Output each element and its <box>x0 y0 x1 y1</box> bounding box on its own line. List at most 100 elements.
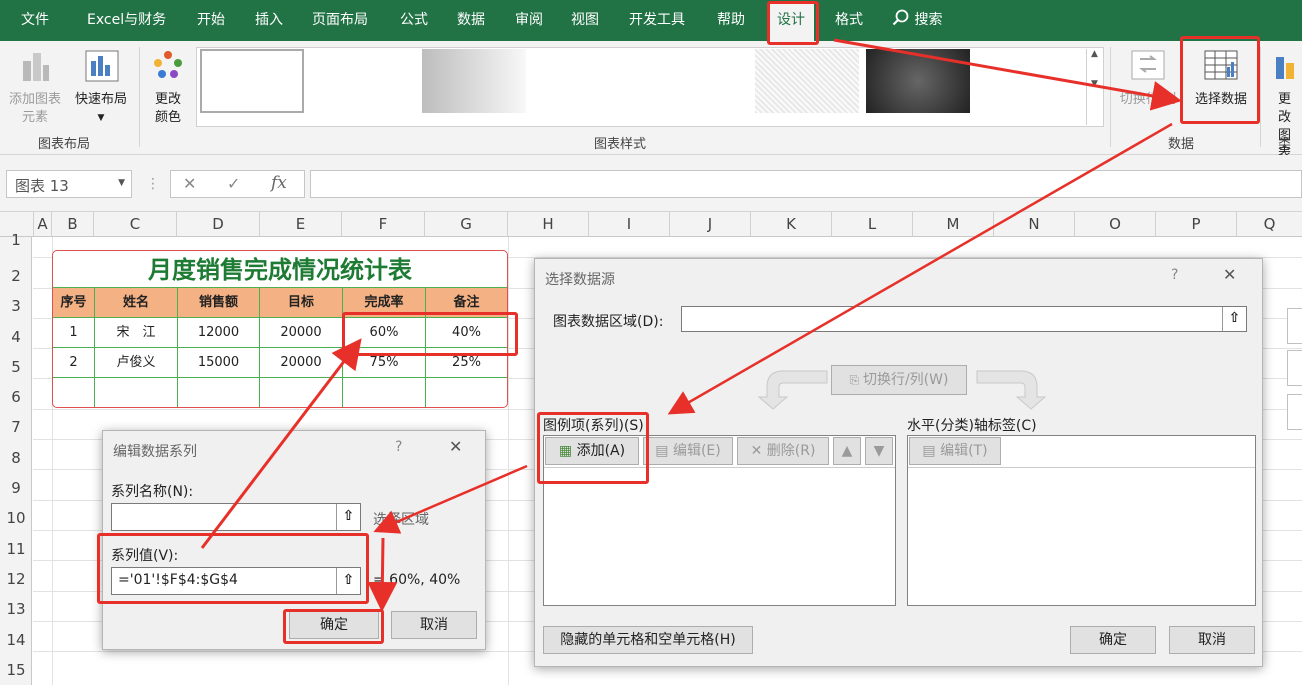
table-cell[interactable] <box>260 378 343 407</box>
row-header[interactable]: 5 <box>0 356 32 378</box>
switch-icon: ⎘ <box>849 373 863 387</box>
add-chart-element-button[interactable]: 添加图表元素 <box>2 47 68 127</box>
table-cell[interactable]: 1 <box>53 318 95 348</box>
switch-row-column-dialog-button[interactable]: ⎘ 切换行/列(W) <box>831 365 967 395</box>
table-cell[interactable] <box>95 378 178 407</box>
column-header[interactable]: E <box>260 212 342 237</box>
check-icon[interactable]: ✓ <box>227 174 240 193</box>
row-header[interactable]: 4 <box>0 326 32 348</box>
highlight-percent-cells <box>342 312 518 356</box>
column-header[interactable]: P <box>1156 212 1237 237</box>
row-header[interactable]: 13 <box>0 598 32 620</box>
quick-layout-button[interactable]: 快速布局 ▼ <box>70 47 132 127</box>
cancel-button[interactable]: 取消 <box>1169 626 1255 654</box>
chart-style-1[interactable] <box>200 49 304 113</box>
menu-page-layout[interactable]: 页面布局 <box>312 0 368 41</box>
hidden-empty-cells-button[interactable]: 隐藏的单元格和空单元格(H) <box>543 626 753 654</box>
chart-filters-float-button[interactable] <box>1287 394 1302 430</box>
move-down-button[interactable]: ▼ <box>865 437 893 465</box>
column-header[interactable]: L <box>832 212 913 237</box>
series-name-input[interactable]: ⇧ <box>111 503 361 531</box>
menu-excel-finance[interactable]: Excel与财务 <box>87 0 166 41</box>
formula-input[interactable] <box>310 170 1302 198</box>
table-header: 姓名 <box>95 288 178 318</box>
table-cell[interactable] <box>178 378 260 407</box>
table-cell[interactable]: 宋 江 <box>95 318 178 348</box>
menu-insert[interactable]: 插入 <box>255 0 283 41</box>
menu-formulas[interactable]: 公式 <box>400 0 428 41</box>
chart-style-4[interactable] <box>866 49 970 113</box>
table-cell[interactable]: 卢俊义 <box>95 348 178 378</box>
column-header[interactable]: K <box>751 212 832 237</box>
column-header[interactable]: M <box>913 212 994 237</box>
chart-style-2[interactable] <box>422 49 526 113</box>
switch-row-column-button[interactable]: 切换行/列 <box>1116 47 1180 109</box>
delete-series-label: 删除(R) <box>766 443 816 459</box>
row-header[interactable]: 7 <box>0 416 32 438</box>
menu-view[interactable]: 视图 <box>571 0 599 41</box>
table-cell[interactable] <box>343 378 426 407</box>
column-header[interactable]: I <box>589 212 670 237</box>
chart-styles-float-button[interactable] <box>1287 350 1302 386</box>
column-header[interactable]: F <box>342 212 425 237</box>
change-colors-button[interactable]: 更改颜色 <box>144 47 192 127</box>
column-header[interactable]: G <box>425 212 508 237</box>
row-header[interactable]: 15 <box>0 659 32 681</box>
column-header[interactable]: N <box>994 212 1075 237</box>
move-up-button[interactable]: ▲ <box>833 437 861 465</box>
row-header[interactable]: 9 <box>0 477 32 499</box>
table-cell[interactable] <box>53 378 95 407</box>
row-header[interactable]: 6 <box>0 386 32 408</box>
delete-series-button[interactable]: ✕ 删除(R) <box>737 437 829 465</box>
collapse-dialog-icon[interactable]: ⇧ <box>1222 307 1246 331</box>
column-header[interactable]: Q <box>1237 212 1302 237</box>
column-header[interactable]: C <box>94 212 177 237</box>
table-cell[interactable]: 15000 <box>178 348 260 378</box>
help-icon[interactable]: ? <box>1171 267 1178 283</box>
column-header[interactable]: D <box>177 212 260 237</box>
fx-icon[interactable]: fx <box>271 173 287 193</box>
column-header[interactable]: A <box>34 212 52 237</box>
menu-help[interactable]: 帮助 <box>717 0 745 41</box>
cancel-button[interactable]: 取消 <box>391 611 477 639</box>
edit-series-button[interactable]: ▤ 编辑(E) <box>643 437 733 465</box>
row-header[interactable]: 11 <box>0 538 32 560</box>
column-header[interactable]: B <box>52 212 94 237</box>
close-icon[interactable]: ✕ <box>449 437 462 456</box>
table-cell[interactable]: 2 <box>53 348 95 378</box>
table-cell[interactable]: 20000 <box>260 318 343 348</box>
menu-review[interactable]: 审阅 <box>515 0 543 41</box>
search-box[interactable]: 搜索 <box>892 0 942 41</box>
divider <box>139 47 140 147</box>
menu-home[interactable]: 开始 <box>197 0 225 41</box>
table-cell[interactable]: 12000 <box>178 318 260 348</box>
menu-file[interactable]: 文件 <box>21 0 49 41</box>
row-header[interactable]: 10 <box>0 507 32 529</box>
row-header[interactable]: 2 <box>0 265 32 287</box>
table-header: 目标 <box>260 288 343 318</box>
menu-format[interactable]: 格式 <box>835 0 863 41</box>
row-header[interactable]: 8 <box>0 447 32 469</box>
menu-developer[interactable]: 开发工具 <box>629 0 685 41</box>
name-box[interactable]: 图表 13 ▼ <box>6 170 132 198</box>
row-header[interactable]: 12 <box>0 568 32 590</box>
row-header[interactable]: 14 <box>0 629 32 651</box>
column-header[interactable]: O <box>1075 212 1156 237</box>
ok-button[interactable]: 确定 <box>1070 626 1156 654</box>
chart-elements-float-button[interactable] <box>1287 308 1302 344</box>
collapse-dialog-icon[interactable]: ⇧ <box>336 504 360 530</box>
menu-data[interactable]: 数据 <box>457 0 485 41</box>
close-icon[interactable]: ✕ <box>1223 265 1236 284</box>
row-header[interactable]: 1 <box>0 232 32 248</box>
row-header[interactable]: 3 <box>0 295 32 317</box>
table-title: 月度销售完成情况统计表 <box>53 251 507 288</box>
edit-axis-labels-button[interactable]: ▤ 编辑(T) <box>909 437 1001 465</box>
table-cell[interactable]: 20000 <box>260 348 343 378</box>
chart-data-range-input[interactable]: ⇧ <box>681 306 1247 332</box>
gallery-scroll[interactable]: ▲ ▼ <box>1086 49 1102 125</box>
help-icon[interactable]: ? <box>395 439 402 455</box>
cancel-icon[interactable]: ✕ <box>183 174 196 193</box>
column-header[interactable]: H <box>508 212 589 237</box>
chart-style-3[interactable] <box>755 49 859 113</box>
column-header[interactable]: J <box>670 212 751 237</box>
